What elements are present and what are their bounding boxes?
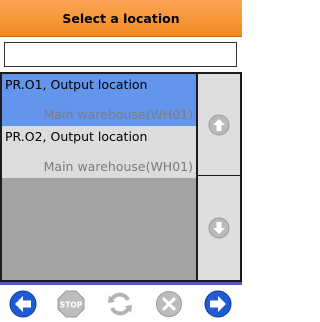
list-item[interactable]: PR.O1, Output location Main warehouse(WH… xyxy=(2,74,196,126)
scroll-down-button[interactable] xyxy=(198,176,240,280)
next-button[interactable] xyxy=(203,289,233,319)
bottom-toolbar: STOP xyxy=(0,282,242,322)
arrow-up-icon xyxy=(208,114,230,135)
title-bar: Select a location xyxy=(0,0,242,37)
location-list[interactable]: PR.O1, Output location Main warehouse(WH… xyxy=(2,74,196,280)
scroll-up-button[interactable] xyxy=(198,74,240,176)
location-code-label: PR.O1, Output location xyxy=(5,77,148,92)
list-item[interactable]: PR.O2, Output location Main warehouse(WH… xyxy=(2,126,196,178)
arrow-down-icon xyxy=(208,217,230,239)
warehouse-label: Main warehouse(WH01) xyxy=(43,107,193,122)
refresh-button[interactable] xyxy=(105,289,135,319)
scroll-column xyxy=(196,74,240,280)
refresh-icon xyxy=(108,292,132,316)
cancel-button[interactable] xyxy=(154,289,184,319)
location-list-frame: PR.O1, Output location Main warehouse(WH… xyxy=(0,72,242,282)
page-title: Select a location xyxy=(62,10,180,26)
stop-icon: STOP xyxy=(57,290,85,318)
back-button[interactable] xyxy=(8,289,38,319)
search-input[interactable] xyxy=(4,42,237,67)
stop-label: STOP xyxy=(60,301,83,310)
arrow-left-icon xyxy=(9,290,37,318)
stop-button[interactable]: STOP xyxy=(56,289,86,319)
arrow-right-icon xyxy=(204,290,232,318)
location-code-label: PR.O2, Output location xyxy=(5,129,148,144)
warehouse-label: Main warehouse(WH01) xyxy=(43,159,193,174)
x-icon xyxy=(156,291,182,317)
